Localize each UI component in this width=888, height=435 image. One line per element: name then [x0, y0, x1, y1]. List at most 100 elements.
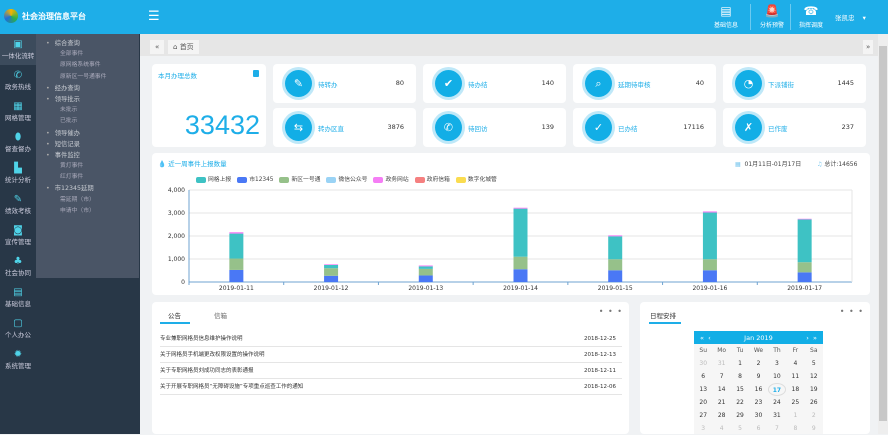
submenu-item[interactable]: 未批示	[36, 105, 139, 116]
more-button[interactable]: • • •	[599, 307, 623, 316]
next-year-button[interactable]: › »	[806, 334, 817, 342]
calendar-day[interactable]: 4	[786, 357, 804, 370]
scrollbar-thumb[interactable]	[879, 46, 887, 421]
sidebar-item[interactable]: ▣ 一体化流转	[0, 34, 36, 65]
calendar-day[interactable]: 21	[712, 396, 730, 409]
calendar-day[interactable]: 13	[694, 383, 712, 396]
submenu-group[interactable]: 综合查询	[36, 38, 139, 49]
notice-row[interactable]: 专业兼职网格员信息维护操作说明 2018-12-25	[160, 331, 622, 347]
calendar-day[interactable]: 27	[694, 409, 712, 422]
calendar-day[interactable]: 20	[694, 396, 712, 409]
calendar-day[interactable]: 30	[749, 409, 767, 422]
calendar-day[interactable]: 14	[712, 383, 730, 396]
submenu-item[interactable]: 黄灯事件	[36, 161, 139, 172]
sidebar-item[interactable]: ✆ 政务热线	[0, 65, 36, 96]
calendar-day[interactable]: 3	[694, 422, 712, 435]
calendar-day[interactable]: 26	[805, 396, 823, 409]
stat-card[interactable]: ⇆ 转办区直 3876	[273, 108, 416, 147]
topnav-analysis-alert[interactable]: 🚨 分析预警	[752, 4, 792, 29]
submenu-group[interactable]: 经办查询	[36, 83, 139, 94]
notice-row[interactable]: 关于开展专职网格员“无障碍设施”专项重点巡查工作的通知 2018-12-06	[160, 379, 622, 395]
submenu-item[interactable]: 原新区一号通事件	[36, 72, 139, 83]
more-button[interactable]: • • •	[840, 307, 864, 316]
sidebar-item[interactable]: ✎ 绩效考核	[0, 189, 36, 220]
calendar-month[interactable]: Jan 2019	[744, 334, 773, 342]
submenu-group[interactable]: 领导催办	[36, 128, 139, 139]
calendar-day[interactable]: 24	[768, 396, 786, 409]
submenu-item[interactable]: 申请中（市）	[36, 206, 139, 217]
calendar-day[interactable]: 16	[749, 383, 767, 396]
page-scrollbar[interactable]	[878, 34, 888, 434]
calendar-day[interactable]: 28	[712, 409, 730, 422]
submenu-group[interactable]: 领导批示	[36, 94, 139, 105]
calendar-day[interactable]: 9	[749, 370, 767, 383]
calendar-day[interactable]: 4	[712, 422, 730, 435]
calendar-day[interactable]: 30	[694, 357, 712, 370]
notice-row[interactable]: 关于专职网格员刘成功同志的表彰通报 2018-12-11	[160, 363, 622, 379]
calendar-day[interactable]: 23	[749, 396, 767, 409]
stat-card[interactable]: ✗ 已作废 237	[723, 108, 866, 147]
edit-icon: ✎	[13, 194, 23, 205]
calendar-day[interactable]: 31	[712, 357, 730, 370]
calendar-day[interactable]: 8	[786, 422, 804, 435]
calendar-day[interactable]: 2	[805, 409, 823, 422]
sidebar-item[interactable]: ▦ 网格管理	[0, 96, 36, 127]
calendar-day[interactable]: 1	[731, 357, 749, 370]
calendar-day[interactable]: 9	[805, 422, 823, 435]
submenu-item[interactable]: 需延期（市）	[36, 195, 139, 206]
calendar-day[interactable]: 7	[768, 422, 786, 435]
calendar-day[interactable]: 5	[731, 422, 749, 435]
stat-card[interactable]: ✎ 待转办 80	[273, 64, 416, 103]
calendar-day[interactable]: 8	[731, 370, 749, 383]
submenu-item[interactable]: 红灯事件	[36, 172, 139, 183]
submenu-group[interactable]: 市12345延期	[36, 183, 139, 194]
menu-toggle-icon[interactable]: ☰	[148, 9, 160, 24]
notice-row[interactable]: 关于网格员手机端更改权限设置的操作说明 2018-12-13	[160, 347, 622, 363]
calendar-day[interactable]: 18	[786, 383, 804, 396]
submenu-item[interactable]: 全部事件	[36, 49, 139, 60]
calendar-day[interactable]: 1	[786, 409, 804, 422]
sidebar-item[interactable]: ◙ 宣传管理	[0, 220, 36, 251]
sidebar-item[interactable]: ▢ 个人办公	[0, 313, 36, 344]
sidebar-item[interactable]: ⬮ 督查督办	[0, 127, 36, 158]
submenu-item[interactable]: 原网格系统事件	[36, 60, 139, 71]
transfer-icon: ⇆	[285, 114, 312, 141]
stat-card[interactable]: ✆ 待回访 139	[423, 108, 566, 147]
calendar-day[interactable]: 15	[731, 383, 749, 396]
sidebar-item[interactable]: ♣ 社会协同	[0, 251, 36, 282]
topnav-basic-info[interactable]: ▤ 基础信息	[706, 4, 746, 29]
calendar-day[interactable]: 10	[768, 370, 786, 383]
calendar-day[interactable]: 11	[786, 370, 804, 383]
stat-card[interactable]: ✔ 待办结 140	[423, 64, 566, 103]
calendar-day[interactable]: 29	[731, 409, 749, 422]
stat-card[interactable]: ◔ 下派铺街 1445	[723, 64, 866, 103]
user-menu[interactable]: 张凯忠 ▾	[835, 12, 866, 22]
calendar-day[interactable]: 6	[749, 422, 767, 435]
stat-card[interactable]: ⌕ 延期待审核 40	[573, 64, 716, 103]
calendar-day[interactable]: 12	[805, 370, 823, 383]
tab-announcements[interactable]: 公告	[168, 310, 181, 320]
calendar-day[interactable]: 5	[805, 357, 823, 370]
calendar-day[interactable]: 31	[768, 409, 786, 422]
calendar-day[interactable]: 2	[749, 357, 767, 370]
calendar-day[interactable]: 25	[786, 396, 804, 409]
sidebar-item[interactable]: ▤ 基础信息	[0, 282, 36, 313]
calendar-day[interactable]: 22	[731, 396, 749, 409]
prev-year-button[interactable]: « ‹	[700, 334, 711, 342]
calendar-day[interactable]: 6	[694, 370, 712, 383]
submenu-group[interactable]: 短信记录	[36, 139, 139, 150]
calendar-day[interactable]: 17	[767, 383, 787, 396]
submenu-group[interactable]: 事件监控	[36, 150, 139, 161]
tab-mailbox[interactable]: 信箱	[214, 310, 227, 320]
topnav-dispatch[interactable]: ☎ 指挥调度	[791, 4, 831, 29]
tab-home[interactable]: ⌂ 首页	[168, 40, 199, 54]
stat-card[interactable]: ✓ 已办结 17116	[573, 108, 716, 147]
scroll-tabs-left-button[interactable]: «	[150, 40, 165, 54]
calendar-day[interactable]: 3	[768, 357, 786, 370]
calendar-day[interactable]: 7	[712, 370, 730, 383]
scroll-tabs-right-button[interactable]: »	[863, 40, 874, 54]
sidebar-item[interactable]: ✹ 系统管理	[0, 344, 36, 375]
submenu-item[interactable]: 已批示	[36, 116, 139, 127]
sidebar-item[interactable]: ▙ 统计分析	[0, 158, 36, 189]
calendar-day[interactable]: 19	[805, 383, 823, 396]
